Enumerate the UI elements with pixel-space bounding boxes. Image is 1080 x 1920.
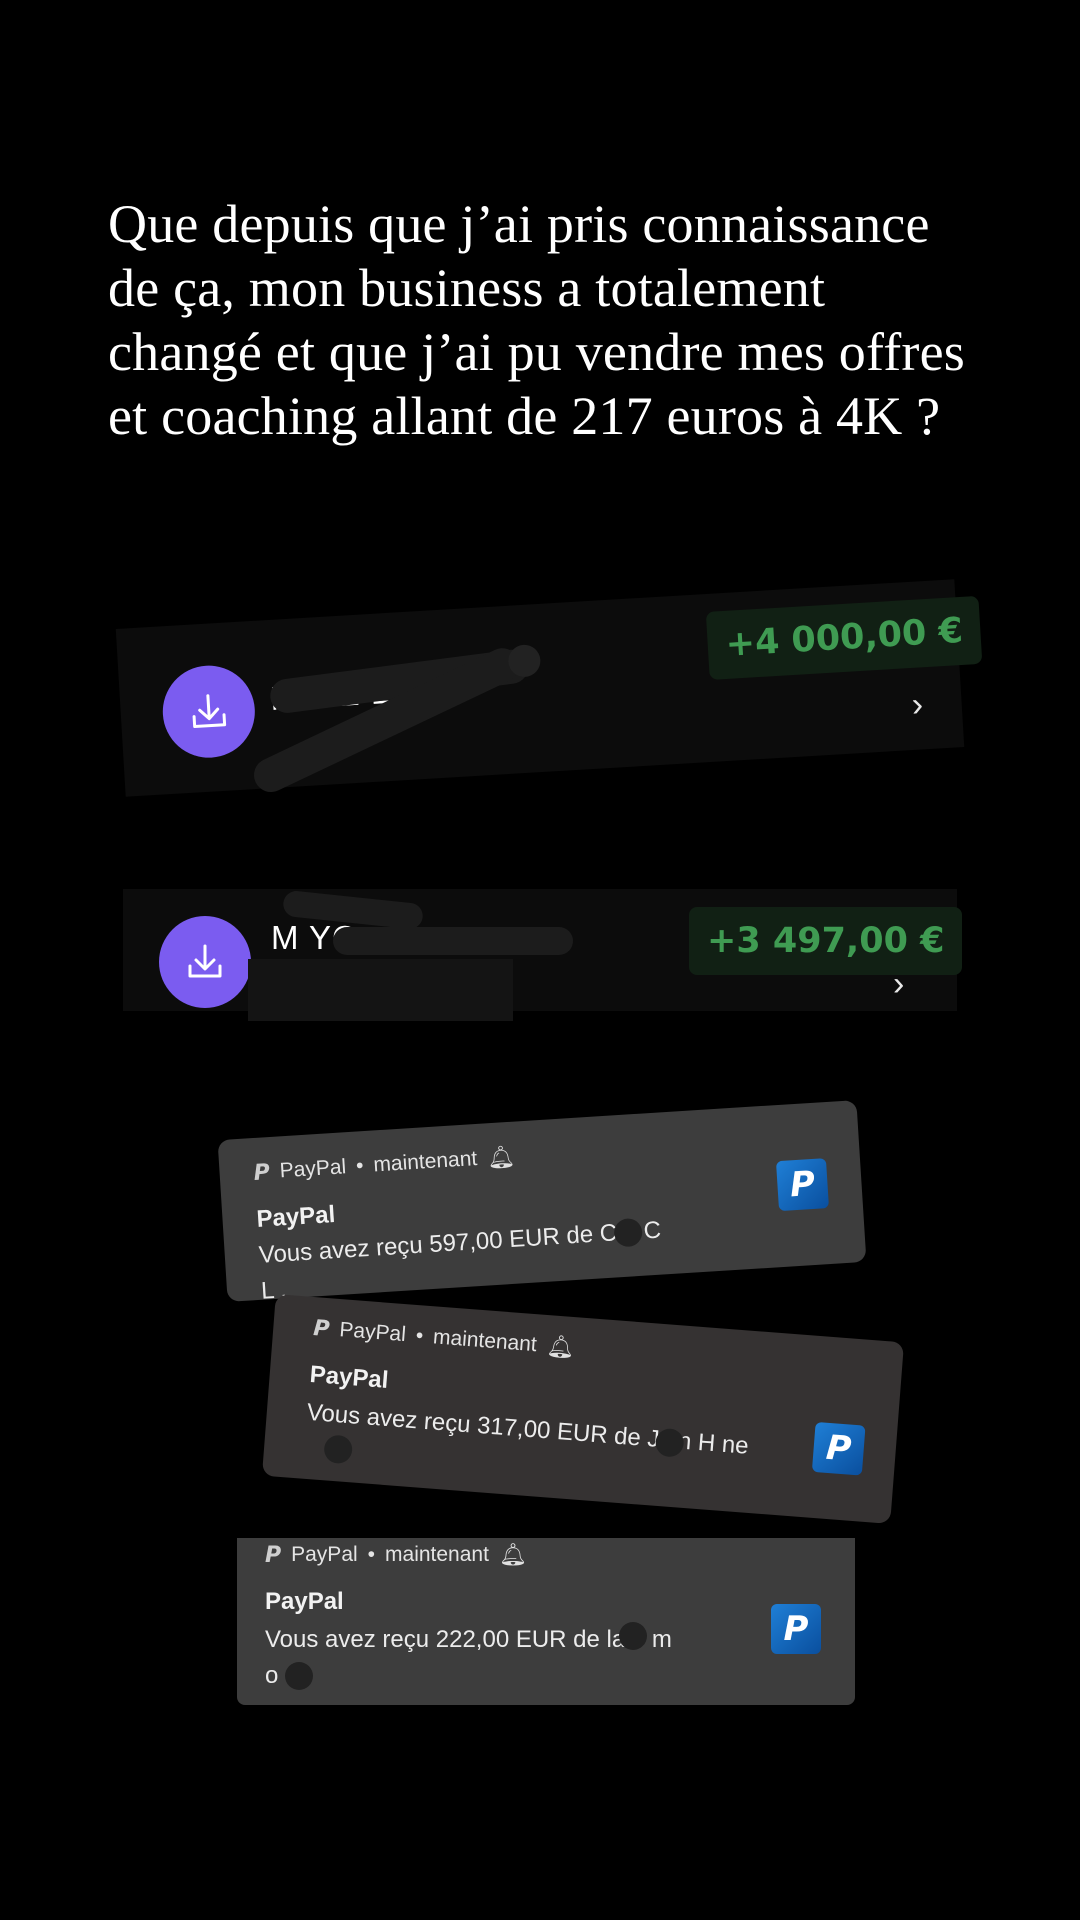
bell-icon: 🔔︎ <box>486 1143 516 1171</box>
notification-title: PayPal <box>255 1201 337 1233</box>
notification-time: maintenant <box>432 1325 538 1357</box>
paypal-notification-1[interactable]: P PayPal • maintenant 🔔︎ PayPal Vous ave… <box>217 1100 867 1305</box>
paypal-app-icon: P <box>252 1159 271 1186</box>
notification-time: maintenant <box>385 1543 489 1566</box>
paypal-notification-3[interactable]: P PayPal • maintenant 🔔︎ PayPal Vous ave… <box>237 1538 855 1705</box>
chevron-right-icon[interactable]: › <box>893 965 904 1004</box>
paypal-app-icon: P <box>265 1542 282 1568</box>
download-icon <box>160 663 258 761</box>
notification-message: Vous avez reçu 317,00 EUR de J tin H ne <box>305 1398 750 1460</box>
redaction-block <box>248 959 513 1021</box>
redaction-dot <box>323 1434 354 1465</box>
download-icon <box>159 916 251 1008</box>
paypal-logo-icon: P <box>771 1604 821 1654</box>
notification-title: PayPal <box>265 1588 344 1615</box>
transaction-amount: +3 497,00 € <box>689 907 963 975</box>
chevron-right-icon[interactable]: › <box>911 685 925 725</box>
transaction-card-1[interactable]: MLLE E E +4 000,00 € › <box>115 579 983 798</box>
redaction-dot <box>619 1622 647 1650</box>
notification-title: PayPal <box>308 1360 390 1394</box>
transaction-card-2[interactable]: M YO +3 497,00 € › <box>123 889 963 1021</box>
bell-icon: 🔔︎ <box>545 1333 576 1361</box>
notification-app-name: PayPal <box>278 1155 347 1183</box>
transaction-amount: +4 000,00 € <box>705 595 983 680</box>
notification-app-name: PayPal <box>291 1543 358 1566</box>
notification-time: maintenant <box>372 1147 478 1177</box>
paypal-notification-2[interactable]: P PayPal • maintenant 🔔︎ PayPal Vous ave… <box>261 1294 905 1524</box>
redaction-dot <box>285 1662 313 1690</box>
headline-text: Que depuis que j’ai pris connaissance de… <box>108 194 965 446</box>
notification-app-name: PayPal <box>338 1318 407 1347</box>
paypal-app-icon: P <box>312 1315 331 1342</box>
paypal-logo-icon: P <box>811 1421 866 1476</box>
paypal-logo-icon: P <box>775 1158 830 1212</box>
bell-icon: 🔔︎ <box>498 1542 527 1567</box>
redaction-scribble <box>333 927 573 955</box>
